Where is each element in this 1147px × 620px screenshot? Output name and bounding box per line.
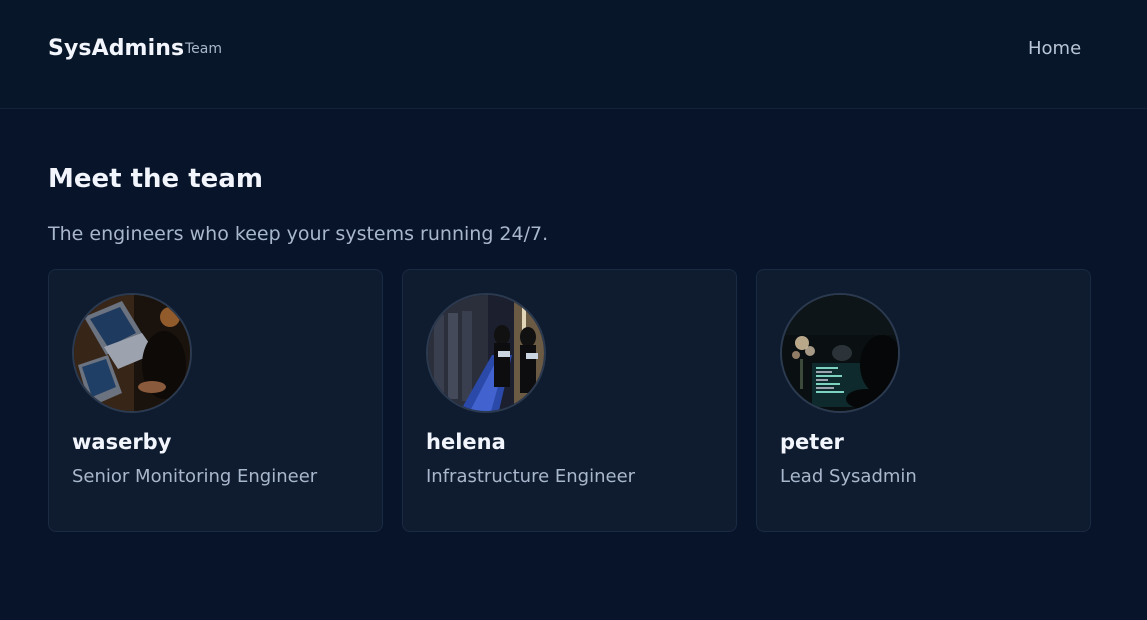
- top-navigation-bar: SysAdmins Team Home: [0, 0, 1147, 109]
- brand-subtitle: Team: [185, 41, 223, 57]
- member-name: helena: [426, 430, 506, 454]
- page-title: Meet the team: [48, 164, 263, 194]
- page-subtitle: The engineers who keep your systems runn…: [48, 223, 549, 245]
- member-role: Senior Monitoring Engineer: [72, 466, 318, 487]
- team-member-card[interactable]: peter Lead Sysadmin: [756, 269, 1091, 532]
- team-card-list: waserby Senior Monitoring Engineer helen…: [48, 269, 1091, 532]
- member-name: peter: [780, 430, 844, 454]
- brand-logo-text[interactable]: SysAdmins: [48, 36, 184, 61]
- team-member-card[interactable]: helena Infrastructure Engineer: [402, 269, 737, 532]
- member-role: Infrastructure Engineer: [426, 466, 636, 487]
- nav-home-link[interactable]: Home: [1028, 38, 1081, 59]
- member-avatar-photo: [426, 293, 546, 413]
- team-member-card[interactable]: waserby Senior Monitoring Engineer: [48, 269, 383, 532]
- member-avatar-photo: [780, 293, 900, 413]
- member-name: waserby: [72, 430, 172, 454]
- member-role: Lead Sysadmin: [780, 466, 917, 487]
- member-avatar-photo: [72, 293, 192, 413]
